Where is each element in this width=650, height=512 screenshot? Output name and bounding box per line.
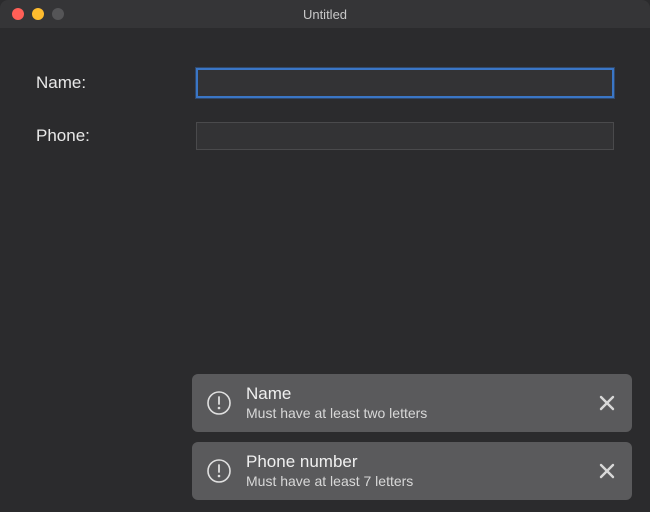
close-icon [599, 463, 615, 479]
phone-input-wrap [196, 122, 614, 150]
name-input[interactable] [196, 68, 614, 98]
alert-circle-icon [206, 390, 232, 416]
phone-label: Phone: [36, 126, 196, 146]
phone-input[interactable] [196, 122, 614, 150]
titlebar: Untitled [0, 0, 650, 28]
notification-title: Name [246, 384, 582, 404]
close-icon [599, 395, 615, 411]
notification-title: Phone number [246, 452, 582, 472]
notification-close-button[interactable] [596, 392, 618, 414]
minimize-window-button[interactable] [32, 8, 44, 20]
alert-circle-icon [206, 458, 232, 484]
notification: Phone number Must have at least 7 letter… [192, 442, 632, 500]
notifications-container: Name Must have at least two letters Phon… [192, 374, 632, 500]
traffic-lights [0, 8, 64, 20]
form-row-phone: Phone: [36, 122, 614, 150]
name-label: Name: [36, 73, 196, 93]
form-row-name: Name: [36, 68, 614, 98]
notification-close-button[interactable] [596, 460, 618, 482]
notification-body: Phone number Must have at least 7 letter… [246, 452, 582, 490]
maximize-window-button[interactable] [52, 8, 64, 20]
notification-body: Name Must have at least two letters [246, 384, 582, 422]
window-title: Untitled [0, 7, 650, 22]
notification: Name Must have at least two letters [192, 374, 632, 432]
notification-message: Must have at least 7 letters [246, 473, 582, 490]
notification-message: Must have at least two letters [246, 405, 582, 422]
name-input-wrap [196, 68, 614, 98]
form-content: Name: Phone: [0, 28, 650, 150]
close-window-button[interactable] [12, 8, 24, 20]
